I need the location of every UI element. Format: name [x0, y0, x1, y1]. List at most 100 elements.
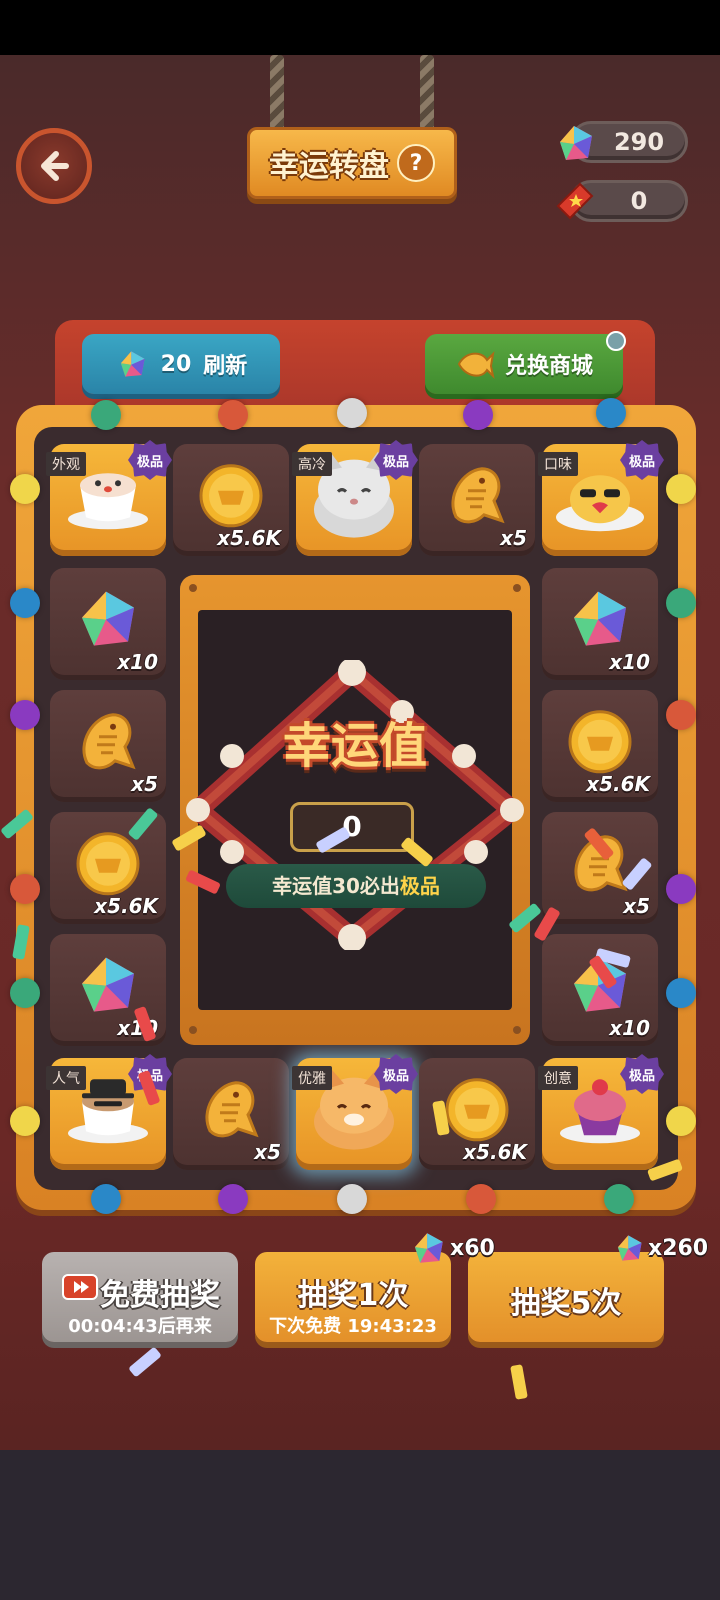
light-bulb [218, 400, 248, 430]
draw-once-cost: x60 [408, 1228, 495, 1268]
gem-count: 290 [613, 128, 665, 156]
premium-badge: 极品 [374, 1054, 418, 1094]
light-bulb [337, 1184, 367, 1214]
gem-icon [414, 1233, 443, 1263]
light-bulb [91, 1184, 121, 1214]
gem-icon [120, 351, 145, 377]
prize-cell-fish: x5 [173, 1058, 289, 1170]
light-bulb [10, 700, 40, 730]
luck-title: 幸运值 [282, 718, 427, 774]
draw-five-label: 抽奖5次 [510, 1286, 622, 1321]
prize-cell-coins: x5.6K [173, 444, 289, 556]
prize-cell-fish: x5 [419, 444, 535, 556]
prize-cell-dessert-cup: 外观 极品 [46, 440, 172, 556]
light-bulb [10, 588, 40, 618]
light-bulb [666, 1106, 696, 1136]
help-icon[interactable]: ? [397, 144, 435, 182]
premium-badge: 极品 [128, 440, 172, 480]
refresh-label: 刷新 [203, 354, 248, 379]
next-free-timer: 下次免费 19:43:23 [269, 1316, 437, 1337]
prize-quantity: x5.6K [217, 526, 281, 550]
ticket-count: 0 [630, 187, 648, 215]
prize-cell-cupcake: 创意 极品 [538, 1054, 664, 1170]
luck-banner-highlight: 极品 [399, 874, 440, 898]
light-bulb [337, 398, 367, 428]
rivet [189, 1026, 197, 1034]
prize-quantity: x5.6K [586, 772, 650, 796]
draw-once-label: 抽奖1次 [297, 1278, 409, 1313]
cell-tag: 人气 [46, 1066, 86, 1090]
prize-cell-white-cat: 高冷 极品 [292, 440, 418, 556]
light-bulb [10, 978, 40, 1008]
prize-cell-gems: x10 [50, 568, 166, 680]
prize-quantity: x10 [609, 1016, 650, 1040]
gold-coin-icon [568, 710, 632, 774]
luck-guarantee-banner: 幸运值30必出极品 [226, 864, 486, 908]
premium-badge: 极品 [374, 440, 418, 480]
prize-quantity: x5 [254, 1140, 281, 1164]
cell-tag: 外观 [46, 452, 86, 476]
rope-right [420, 55, 434, 130]
exchange-shop-button[interactable]: 兑换商城 [425, 334, 623, 394]
prize-quantity: x5 [131, 772, 158, 796]
light-bulb [666, 978, 696, 1008]
light-bulb [666, 474, 696, 504]
rivet [189, 584, 197, 592]
gem-icon [560, 126, 592, 160]
light-bulb [596, 398, 626, 428]
luck-value: 0 [290, 802, 414, 852]
light-bulb [218, 1184, 248, 1214]
gem-icon [82, 591, 134, 646]
free-draw-label: 免费抽奖 [100, 1278, 220, 1313]
prize-cell-gems: x10 [542, 568, 658, 680]
light-bulb [666, 588, 696, 618]
fish-icon [451, 467, 505, 524]
fish-icon [205, 1081, 259, 1138]
light-bulb [10, 874, 40, 904]
gem-icon [574, 591, 626, 646]
prize-quantity: x5.6K [94, 894, 158, 918]
light-bulb [666, 874, 696, 904]
prize-quantity: x10 [609, 650, 650, 674]
exchange-shop-label: 兑换商城 [504, 354, 593, 379]
prize-cell-cake-plate: 口味 极品 [538, 440, 664, 556]
free-draw-timer: 00:04:43后再来 [68, 1316, 212, 1337]
light-bulb [466, 1184, 496, 1214]
light-bulb [10, 474, 40, 504]
premium-badge: 极品 [620, 440, 664, 480]
free-draw-button[interactable]: 免费抽奖 00:04:43后再来 [42, 1252, 238, 1342]
gem-icon [617, 1235, 642, 1261]
prize-cell-fish: x5 [50, 690, 166, 802]
prize-cell-coins: x5.6K [50, 812, 166, 924]
title-sign: 幸运转盘 ? [247, 127, 457, 199]
prize-quantity: x5 [500, 526, 527, 550]
page-title: 幸运转盘 [269, 149, 389, 184]
cell-tag: 高冷 [292, 452, 332, 476]
gold-coin-icon [445, 1078, 509, 1142]
prize-cell-coins: x5.6K [542, 690, 658, 802]
status-bar [0, 0, 720, 55]
fish-icon [82, 713, 136, 770]
premium-badge: 极品 [620, 1054, 664, 1094]
refresh-button[interactable]: 20 刷新 [82, 334, 280, 394]
draw-five-cost-value: x260 [648, 1235, 709, 1261]
light-bulb [91, 400, 121, 430]
gold-coin-icon [76, 832, 140, 896]
light-bulb [10, 1106, 40, 1136]
refresh-cost: 20 [160, 351, 192, 377]
back-button[interactable] [16, 128, 92, 204]
notification-dot [606, 331, 626, 351]
rivet [513, 584, 521, 592]
light-bulb [463, 400, 493, 430]
bottom-area [0, 1450, 720, 1600]
prize-quantity: x5 [623, 894, 650, 918]
prize-cell-orange-cat: 优雅 极品 [292, 1054, 418, 1170]
luck-banner-text: 幸运值30必出 [272, 874, 400, 898]
fish-icon [457, 351, 495, 380]
light-bulb [604, 1184, 634, 1214]
cell-tag: 创意 [538, 1066, 578, 1090]
gold-coin-icon [199, 464, 263, 528]
prize-quantity: x10 [117, 650, 158, 674]
rope-left [270, 55, 284, 130]
ticket-icon [556, 182, 594, 220]
